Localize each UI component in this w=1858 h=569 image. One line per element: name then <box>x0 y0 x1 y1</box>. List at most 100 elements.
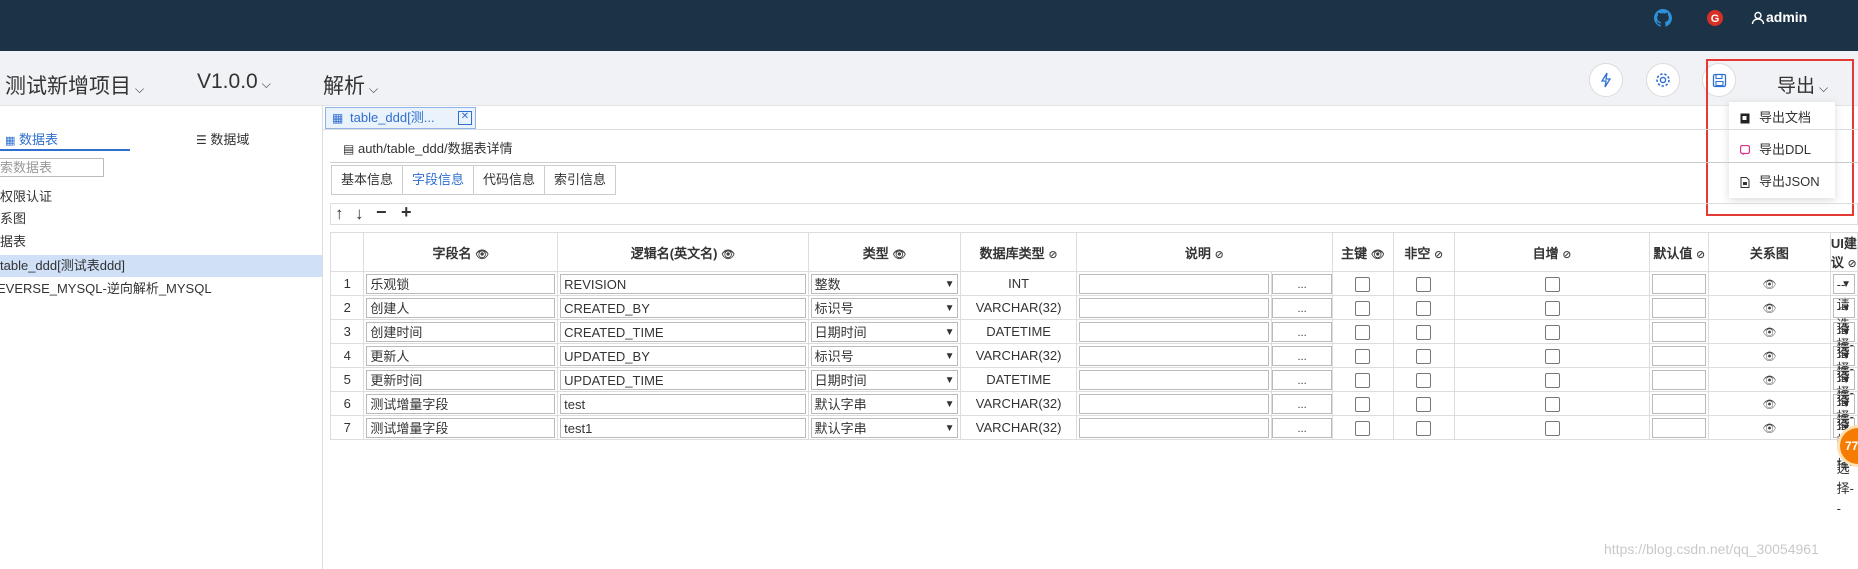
eye-icon[interactable]: 👁 <box>1762 423 1776 435</box>
primary-key-checkbox[interactable] <box>1355 300 1371 316</box>
comment-input[interactable] <box>1078 273 1270 294</box>
field-name-input[interactable]: 创建人 <box>366 297 556 318</box>
auto-increment-checkbox[interactable] <box>1544 300 1560 316</box>
auto-increment-checkbox[interactable] <box>1544 276 1560 292</box>
field-name-input[interactable]: 创建时间 <box>366 321 556 342</box>
primary-key-checkbox[interactable] <box>1355 420 1371 436</box>
eye-icon[interactable]: 👁 <box>1762 279 1776 291</box>
not-null-checkbox[interactable] <box>1416 348 1432 364</box>
ui-hint-select[interactable]: --请选择--▼ <box>1832 369 1855 468</box>
eye-icon[interactable]: 👁 <box>1762 399 1776 411</box>
ui-hint-select[interactable]: --请选择--▼ <box>1832 273 1855 372</box>
default-value-input[interactable] <box>1652 345 1707 366</box>
comment-more-button[interactable]: ... <box>1272 345 1332 366</box>
default-value-input[interactable] <box>1652 321 1707 342</box>
comment-more-button[interactable]: ... <box>1272 393 1332 414</box>
comment-more-button[interactable]: ... <box>1272 273 1332 294</box>
eye-icon[interactable]: 👁 <box>1762 375 1776 387</box>
field-name-input[interactable]: 测试增量字段 <box>366 417 556 438</box>
logic-name-input[interactable]: REVISION <box>560 273 806 294</box>
comment-more-button[interactable]: ... <box>1272 321 1332 342</box>
comment-more-button[interactable]: ... <box>1272 297 1332 318</box>
logic-name-input[interactable]: UPDATED_BY <box>560 345 806 366</box>
close-icon[interactable]: ✕ <box>458 111 472 125</box>
eye-icon[interactable]: 👁 <box>1762 303 1776 315</box>
logic-name-input[interactable]: test1 <box>560 417 806 438</box>
tab-field-info[interactable]: 字段信息 <box>402 165 474 195</box>
github-icon[interactable] <box>1654 9 1672 27</box>
project-dropdown[interactable]: 测试新增项目 ⌵ <box>5 70 144 100</box>
auto-increment-checkbox[interactable] <box>1544 324 1560 340</box>
not-null-checkbox[interactable] <box>1416 300 1432 316</box>
logic-name-input[interactable]: CREATED_TIME <box>560 321 806 342</box>
field-name-input[interactable]: 乐观锁 <box>366 273 556 294</box>
open-tab-table-ddd[interactable]: ▦ table_ddd[测... ✕ <box>325 107 476 129</box>
primary-key-checkbox[interactable] <box>1355 276 1371 292</box>
tab-code-info[interactable]: 代码信息 <box>473 165 545 195</box>
default-value-input[interactable] <box>1652 273 1707 294</box>
sidebar-search-input[interactable]: 索数据表 <box>0 158 104 177</box>
auto-increment-checkbox[interactable] <box>1544 420 1560 436</box>
move-up-button[interactable]: ↑ <box>335 204 344 224</box>
version-dropdown[interactable]: V1.0.0 ⌵ <box>197 70 271 94</box>
tree-item-tables[interactable]: 据表 <box>0 231 322 253</box>
g-icon[interactable]: G <box>1706 9 1724 27</box>
auto-increment-checkbox[interactable] <box>1544 372 1560 388</box>
comment-input[interactable] <box>1078 393 1270 414</box>
ui-hint-select[interactable]: --请选择--▼ <box>1832 345 1855 444</box>
parse-dropdown[interactable]: 解析 ⌵ <box>323 70 378 100</box>
type-select[interactable]: 整数 ▼ <box>810 273 959 294</box>
comment-more-button[interactable]: ... <box>1272 417 1332 438</box>
primary-key-checkbox[interactable] <box>1355 372 1371 388</box>
primary-key-checkbox[interactable] <box>1355 396 1371 412</box>
ui-hint-select[interactable]: --请选择--▼ <box>1832 393 1855 492</box>
ui-hint-select[interactable]: --请选择--▼ <box>1832 297 1855 396</box>
default-value-input[interactable] <box>1652 417 1707 438</box>
ui-hint-select[interactable]: --请选择--▼ <box>1832 321 1855 420</box>
type-select[interactable]: 日期时间 ▼ <box>810 369 959 390</box>
tree-item-diagram[interactable]: 系图 <box>0 208 322 230</box>
primary-key-checkbox[interactable] <box>1355 348 1371 364</box>
move-down-button[interactable]: ↓ <box>355 204 364 224</box>
auto-increment-checkbox[interactable] <box>1544 396 1560 412</box>
logic-name-input[interactable]: CREATED_BY <box>560 297 806 318</box>
type-select[interactable]: 默认字串 ▼ <box>810 417 959 438</box>
not-null-checkbox[interactable] <box>1416 372 1432 388</box>
not-null-checkbox[interactable] <box>1416 396 1432 412</box>
username[interactable]: admin <box>1766 9 1807 25</box>
not-null-checkbox[interactable] <box>1416 420 1432 436</box>
comment-more-button[interactable]: ... <box>1272 369 1332 390</box>
not-null-checkbox[interactable] <box>1416 276 1432 292</box>
not-null-checkbox[interactable] <box>1416 324 1432 340</box>
type-select[interactable]: 日期时间 ▼ <box>810 321 959 342</box>
type-select[interactable]: 标识号 ▼ <box>810 345 959 366</box>
field-name-input[interactable]: 更新时间 <box>366 369 556 390</box>
sidebar-tab-domains[interactable]: ☰ 数据域 <box>196 129 249 148</box>
comment-input[interactable] <box>1078 345 1270 366</box>
type-select[interactable]: 默认字串 ▼ <box>810 393 959 414</box>
field-name-input[interactable]: 更新人 <box>366 345 556 366</box>
default-value-input[interactable] <box>1652 297 1707 318</box>
settings-button[interactable] <box>1646 63 1680 97</box>
primary-key-checkbox[interactable] <box>1355 324 1371 340</box>
comment-input[interactable] <box>1078 297 1270 318</box>
tab-index-info[interactable]: 索引信息 <box>544 165 617 195</box>
default-value-input[interactable] <box>1652 369 1707 390</box>
add-field-button[interactable]: + <box>401 202 412 223</box>
sidebar-tab-tables[interactable]: ▦ 数据表 <box>5 129 58 148</box>
tree-item-table-ddd[interactable]: table_ddd[测试表ddd] <box>0 255 322 277</box>
logic-name-input[interactable]: UPDATED_TIME <box>560 369 806 390</box>
comment-input[interactable] <box>1078 417 1270 438</box>
comment-input[interactable] <box>1078 369 1270 390</box>
tab-basic-info[interactable]: 基本信息 <box>331 165 403 195</box>
auto-increment-checkbox[interactable] <box>1544 348 1560 364</box>
flash-button[interactable] <box>1589 63 1623 97</box>
tree-item-auth[interactable]: 权限认证 <box>0 186 322 208</box>
tree-item-reverse-mysql[interactable]: EVERSE_MYSQL-逆向解析_MYSQL <box>0 278 319 300</box>
logic-name-input[interactable]: test <box>560 393 806 414</box>
comment-input[interactable] <box>1078 321 1270 342</box>
remove-field-button[interactable]: − <box>376 202 387 223</box>
default-value-input[interactable] <box>1652 393 1707 414</box>
eye-icon[interactable]: 👁 <box>1762 327 1776 339</box>
type-select[interactable]: 标识号 ▼ <box>810 297 959 318</box>
